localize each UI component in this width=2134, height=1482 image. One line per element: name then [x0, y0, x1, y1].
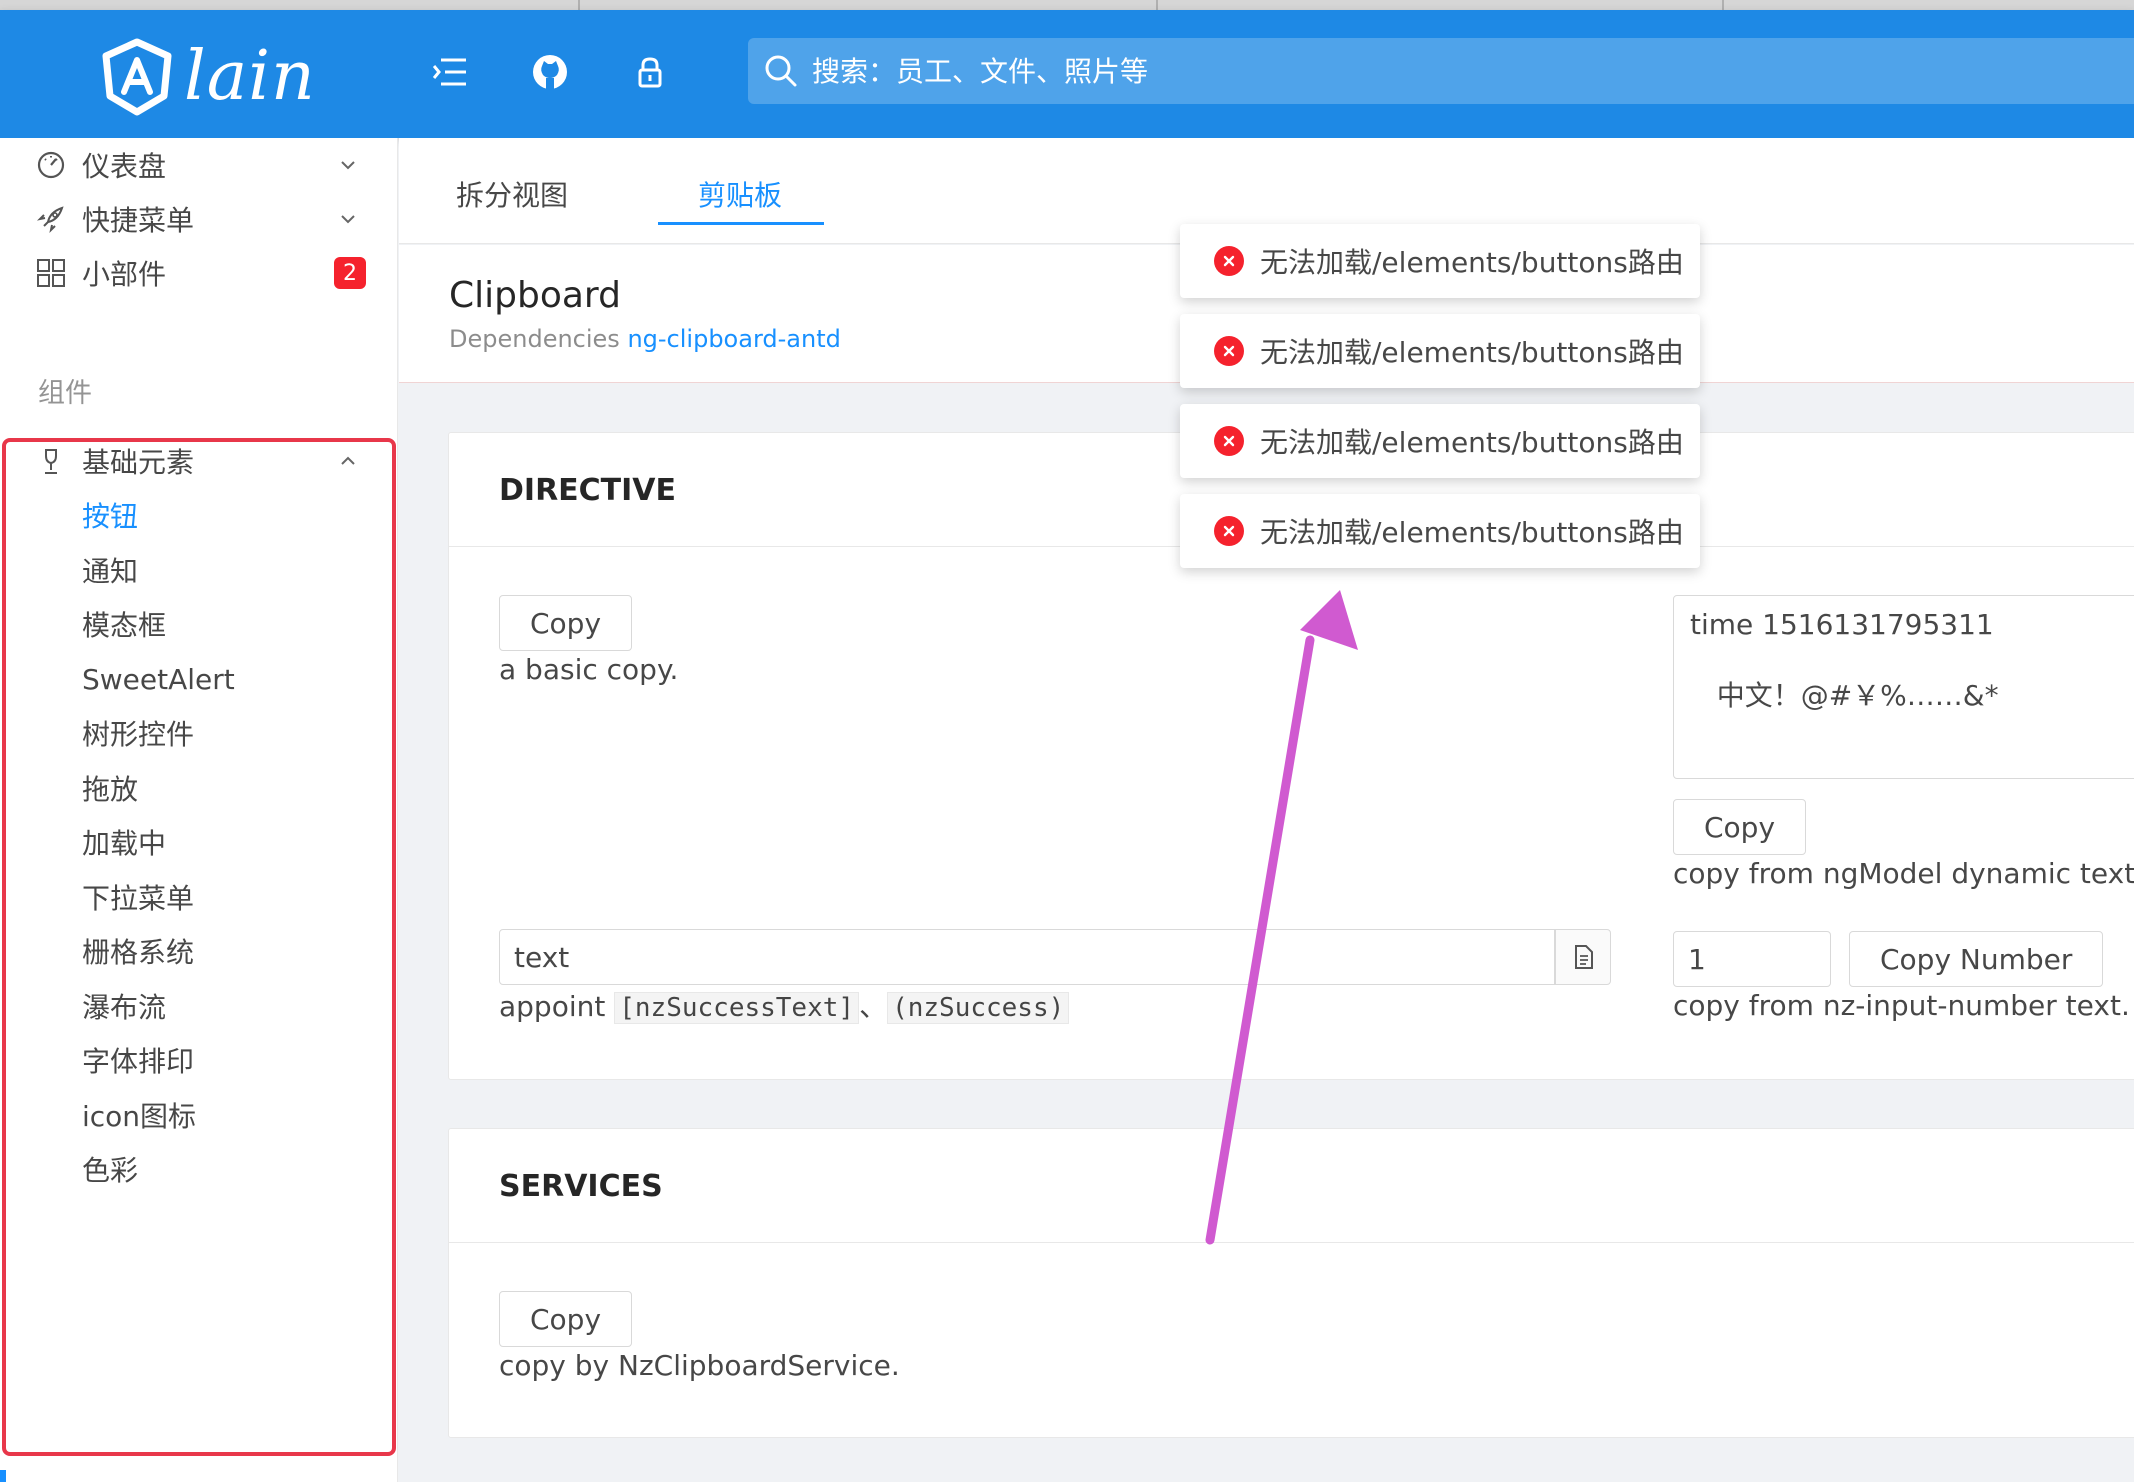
- error-notification: 无法加载/elements/buttons路由: [1180, 314, 1700, 388]
- page-description: Dependencies ng-clipboard-antd: [449, 325, 841, 353]
- sidebar-subitem-label: SweetAlert: [82, 662, 235, 696]
- appoint-input[interactable]: text: [499, 929, 1555, 985]
- copy-number-button[interactable]: Copy Number: [1849, 931, 2104, 987]
- ngmodel-copy-desc: copy from ngModel dynamic text.: [1673, 857, 2134, 890]
- sidebar-subitem-label: 加载中: [82, 827, 167, 860]
- card-title: SERVICES: [499, 1169, 663, 1204]
- close-circle-icon: [1214, 246, 1244, 276]
- sidebar-subitem-label: 字体排印: [82, 1045, 195, 1078]
- dependency-link[interactable]: ng-clipboard-antd: [627, 325, 840, 353]
- copy-service-button[interactable]: Copy: [499, 1291, 633, 1347]
- chevron-up-icon: [338, 451, 358, 471]
- tab-split-view[interactable]: 拆分视图: [456, 174, 568, 214]
- lock-icon[interactable]: [628, 50, 672, 94]
- sidebar-subitem-label: icon图标: [82, 1100, 197, 1133]
- sidebar-subitem-label: 栅格系统: [82, 936, 195, 969]
- sidebar: 仪表盘 快捷菜单 小部件 2 组件 基础元素 按钮 通知 模态框 SweetAl…: [0, 138, 398, 1482]
- github-icon[interactable]: [528, 50, 572, 94]
- browser-tab-strip: [0, 0, 2134, 10]
- notification-message: 无法加载/elements/buttons路由: [1260, 516, 1684, 549]
- chevron-down-icon: [338, 155, 358, 175]
- sidebar-subitem-colors[interactable]: 色彩: [0, 1132, 398, 1206]
- page-title: Clipboard: [449, 275, 621, 316]
- count-badge: 2: [334, 257, 366, 289]
- app-logo[interactable]: lain: [100, 32, 315, 122]
- error-notification: 无法加载/elements/buttons路由: [1180, 224, 1700, 298]
- browser-tab[interactable]: [580, 0, 1158, 10]
- logo-text: lain: [184, 37, 316, 116]
- notification-message: 无法加载/elements/buttons路由: [1260, 336, 1684, 369]
- service-copy-desc: copy by NzClipboardService.: [499, 1349, 900, 1382]
- copy-icon[interactable]: [1555, 929, 1611, 985]
- desc-separator: 、: [859, 990, 888, 1023]
- code-success-text: [nzSuccessText]: [614, 992, 860, 1024]
- sidebar-subitem-label: 按钮: [82, 500, 139, 533]
- number-input[interactable]: 1: [1673, 931, 1831, 987]
- sidebar-group-label: 组件: [38, 378, 92, 409]
- copy-ngmodel-button[interactable]: Copy: [1673, 799, 1807, 855]
- services-card: SERVICES Copy copy by NzClipboardService…: [448, 1128, 2134, 1438]
- close-circle-icon: [1214, 426, 1244, 456]
- error-notification: 无法加载/elements/buttons路由: [1180, 404, 1700, 478]
- basic-copy-desc: a basic copy.: [499, 653, 679, 686]
- notification-message: 无法加载/elements/buttons路由: [1260, 246, 1684, 279]
- browser-tab[interactable]: [0, 0, 580, 10]
- top-header: lain: [0, 10, 2134, 138]
- sidebar-item-label: 基础元素: [82, 446, 195, 479]
- sidebar-subitem-label: 通知: [82, 555, 139, 588]
- error-notification: 无法加载/elements/buttons路由: [1180, 494, 1700, 568]
- dashboard-icon: [36, 150, 66, 180]
- card-header: SERVICES: [449, 1129, 2134, 1243]
- rocket-icon: [36, 204, 66, 234]
- appoint-desc: appoint [nzSuccessText]、 (nzSuccess): [499, 985, 1070, 1025]
- appoint-desc-prefix: appoint: [499, 990, 615, 1023]
- browser-tab[interactable]: [1158, 0, 1724, 10]
- dependencies-label: Dependencies: [449, 325, 620, 353]
- scroll-indicator: [0, 1470, 6, 1482]
- close-circle-icon: [1214, 336, 1244, 366]
- search-input[interactable]: [812, 54, 1712, 88]
- sidebar-item-label: 仪表盘: [82, 150, 167, 183]
- trophy-icon: [36, 446, 66, 476]
- copy-button[interactable]: Copy: [499, 595, 633, 651]
- sidebar-item-widgets[interactable]: 小部件 2: [0, 236, 398, 310]
- appstore-icon: [36, 258, 66, 288]
- sidebar-subitem-label: 色彩: [82, 1154, 139, 1187]
- search-icon: [764, 54, 798, 88]
- sidebar-item-label: 快捷菜单: [82, 204, 195, 237]
- ngmodel-textarea[interactable]: time 1516131795311 中文！@#￥%……&*: [1673, 595, 2134, 779]
- notification-message: 无法加载/elements/buttons路由: [1260, 426, 1684, 459]
- close-circle-icon: [1214, 516, 1244, 546]
- sidebar-subitem-label: 树形控件: [82, 718, 195, 751]
- number-copy-desc: copy from nz-input-number text.: [1673, 989, 2130, 1022]
- sidebar-subitem-label: 拖放: [82, 773, 139, 806]
- logo-icon: [100, 38, 174, 116]
- sidebar-subitem-label: 模态框: [82, 609, 167, 642]
- browser-tab[interactable]: [1724, 0, 2134, 10]
- chevron-down-icon: [338, 209, 358, 229]
- search-bar[interactable]: [748, 38, 2134, 104]
- tab-clipboard[interactable]: 剪贴板: [698, 174, 782, 214]
- code-success: (nzSuccess): [887, 992, 1070, 1024]
- sidebar-item-label: 小部件: [82, 258, 167, 291]
- card-title: DIRECTIVE: [499, 473, 677, 508]
- tab-ink-bar: [658, 222, 824, 225]
- sidebar-subitem-label: 瀑布流: [82, 991, 167, 1024]
- menu-fold-icon[interactable]: [428, 50, 472, 94]
- sidebar-subitem-label: 下拉菜单: [82, 882, 195, 915]
